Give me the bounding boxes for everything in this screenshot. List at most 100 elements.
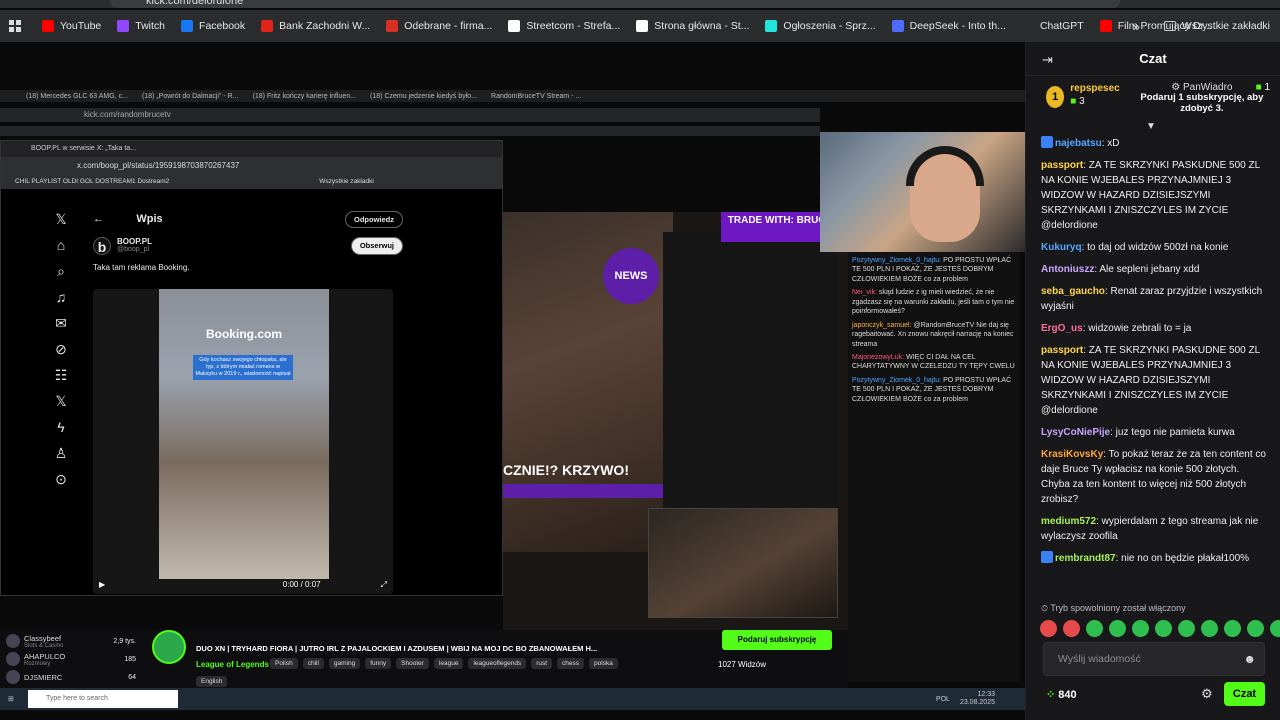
x-video-time: 0:00 / 0:07 <box>282 580 321 589</box>
chat-send-button[interactable]: Czat <box>1224 682 1265 706</box>
channel-points[interactable]: ⁘ 840 <box>1046 688 1077 701</box>
chat-username[interactable]: rembrandt87 <box>1055 553 1116 564</box>
emote-icon[interactable] <box>1247 620 1264 637</box>
emote-icon[interactable] <box>1063 620 1080 637</box>
emoji-icon[interactable]: ☻ <box>1243 643 1256 675</box>
emote-icon[interactable] <box>1178 620 1195 637</box>
gift-icon: ■ <box>1255 82 1262 93</box>
chat-username[interactable]: passport <box>1041 345 1083 356</box>
bookmark-item[interactable]: Ogłoszenia - Sprz... <box>765 20 876 32</box>
channel-viewers: 64 <box>128 673 136 681</box>
bookmark-favicon-icon <box>765 20 778 32</box>
chat-message-text: widzowie zebrali to = ja <box>1088 323 1192 334</box>
chat-message[interactable]: najebatsu: xD <box>1041 136 1267 151</box>
chat-settings-icon[interactable]: ⚙ <box>1201 686 1213 702</box>
bookmark-item[interactable]: Twitch <box>117 20 165 32</box>
emote-icon[interactable] <box>1040 620 1057 637</box>
x-sidebar: 𝕏 ⌂ ⌕ ♫ ✉ ⊘ ☷ 𝕏 ϟ ♙ ⊙ <box>41 211 81 497</box>
pinned-gift-leaderboard: 1 repspesec ■ 3 ⚙ PanWiadro Podaruj 1 su… <box>1026 76 1280 132</box>
inner-bar <box>503 484 663 498</box>
chat-message[interactable]: rembrandt87: nie no on będzie płakał100% <box>1041 551 1267 566</box>
chat-username[interactable]: KrasiKovsKy <box>1041 449 1103 460</box>
bookmark-item[interactable]: Facebook <box>181 20 245 32</box>
inner-tag: Polish <box>270 658 298 669</box>
emote-icon[interactable] <box>1132 620 1149 637</box>
inner-tab-bar: (18) Mercedes GLC 63 AMG, c... (18) „Powr… <box>0 90 1025 102</box>
inner-chat-user: Pozytywny_Ziomek_0_hajtu: <box>852 257 942 264</box>
bookmark-label: Bank Zachodni W... <box>279 20 371 32</box>
folder-icon <box>1163 21 1176 31</box>
chat-username[interactable]: Kukuryq <box>1041 242 1082 253</box>
taskbar-date: 23.08.2025 <box>959 699 995 706</box>
chat-message[interactable]: medium572: wypierdalam z tego streama ja… <box>1041 514 1267 544</box>
inner-tab: (18) „Powrót do Dalmacji" - R... <box>141 92 239 100</box>
emote-icon[interactable] <box>1109 620 1126 637</box>
chat-message[interactable]: Kukuryq: to daj od widzów 500zł na konie <box>1041 240 1267 255</box>
chat-username[interactable]: najebatsu <box>1055 138 1102 149</box>
chat-username[interactable]: Antoniuszz <box>1041 264 1094 275</box>
bookmark-item[interactable]: Bank Zachodni W... <box>261 20 370 32</box>
emote-icon[interactable] <box>1201 620 1218 637</box>
home-icon: ⌂ <box>56 237 66 253</box>
browser-top: kick.com/delordione <box>0 0 1280 8</box>
inner-chat-user: MajonezowyLuk: <box>852 353 905 361</box>
chat-username[interactable]: ErgO_us <box>1041 323 1083 334</box>
channel-avatar <box>6 670 20 684</box>
streamer-webcam <box>820 132 1025 252</box>
top-gifter-count: 3 <box>1079 96 1085 107</box>
bookmark-item[interactable]: Odebrane - firma... <box>386 20 492 32</box>
chat-username[interactable]: passport <box>1041 160 1083 171</box>
chat-message[interactable]: seba_gaucho: Renat zaraz przyjdzie i wsz… <box>1041 284 1267 314</box>
chat-message[interactable]: ErgO_us: widzowie zebrali to = ja <box>1041 321 1267 336</box>
bookmark-label: Odebrane - firma... <box>404 20 493 32</box>
points-value: 840 <box>1058 689 1077 701</box>
bookmark-favicon-icon <box>117 20 130 32</box>
bookmark-label: YouTube <box>60 20 102 32</box>
chat-message[interactable]: passport: ZA TE SKRZYNKI PASKUDNE 500 ZL… <box>1041 158 1267 233</box>
inner-side-channel: DJSMIERC 64 <box>6 668 136 686</box>
chat-message[interactable]: passport: ZA TE SKRZYNKI PASKUDNE 500 ZL… <box>1041 343 1267 418</box>
inner-tag: funny <box>365 658 392 669</box>
chat-input[interactable]: Wyślij wiadomość ☻ <box>1043 642 1265 676</box>
windows-taskbar: ⊞ Type here to search POL 12:33 23.08.20… <box>0 688 1025 710</box>
grok-icon: ⊘ <box>55 341 67 357</box>
emote-icon[interactable] <box>1224 620 1241 637</box>
address-bar[interactable]: kick.com/delordione <box>110 0 1120 8</box>
inner-tab: (18) Czemu jedzenie kiedyś było... <box>370 92 478 100</box>
bookmark-item[interactable]: YouTube <box>42 20 101 32</box>
collapse-chat-icon[interactable]: ⇥ <box>1042 52 1053 68</box>
emote-icon[interactable] <box>1270 620 1280 637</box>
gift-count-value: 1 <box>1264 82 1270 93</box>
gift-count: ■ 1 <box>1256 82 1270 93</box>
bookmark-favicon-icon <box>42 20 54 32</box>
stream-video[interactable]: (18) Mercedes GLC 63 AMG, c... (18) „Powr… <box>0 42 1025 720</box>
bookmark-label: Streetcom - Strefa... <box>526 20 621 32</box>
play-icon: ▶ <box>99 580 106 589</box>
inner-chat-message: MajonezowyLuk: WIĘC CI DAŁ NA CEL CHARYT… <box>852 353 1016 372</box>
apps-grid-icon[interactable] <box>0 20 30 32</box>
bookmark-item[interactable]: Strona główna - St... <box>636 20 749 32</box>
chat-username[interactable]: LysyCoNiePije <box>1041 427 1110 438</box>
bookmark-item[interactable]: ChatGPT <box>1021 20 1084 32</box>
inner-channel-avatar <box>152 630 186 664</box>
x-all-bookmarks: Wszystkie zakładki <box>319 178 374 185</box>
top-gifter[interactable]: repspesec ■ 3 <box>1070 82 1119 128</box>
bookmark-item[interactable]: Streetcom - Strefa... <box>508 20 620 32</box>
chat-message[interactable]: LysyCoNiePije: juz tego nie pamieta kurw… <box>1041 425 1267 440</box>
chat-message[interactable]: Antoniuszz: Ale sepleni jebany xdd <box>1041 262 1267 277</box>
inner-side-channel: Classybeef Slots & Casino 2,9 tys. <box>6 632 136 650</box>
bookmark-favicon-icon <box>891 20 904 32</box>
emote-icon[interactable] <box>1155 620 1172 637</box>
chat-username[interactable]: medium572 <box>1041 516 1096 527</box>
inner-gift-sub-button: Podaruj subskrypcję <box>722 630 832 650</box>
bookmark-item[interactable]: DeepSeek - Into th... <box>891 20 1006 32</box>
chevron-down-icon[interactable]: ▼ <box>1146 121 1156 132</box>
emote-icon[interactable] <box>1086 620 1103 637</box>
chat-message[interactable]: KrasiKovsKy: To pokaż teraz że za ten co… <box>1041 447 1267 507</box>
all-bookmarks[interactable]: » Wszystkie zakładki <box>1133 19 1270 34</box>
chevron-right-icon[interactable]: » <box>1133 19 1140 34</box>
x-post-author: b BOOP.PL @boop_pl Obserwuj <box>93 237 403 255</box>
chat-username[interactable]: seba_gaucho <box>1041 286 1105 297</box>
inner-chat: Pozytywny_Ziomek_0_hajtu: PO PROSTU WPŁA… <box>848 252 1020 682</box>
chat-message-text: Ale sepleni jebany xdd <box>1099 264 1200 275</box>
